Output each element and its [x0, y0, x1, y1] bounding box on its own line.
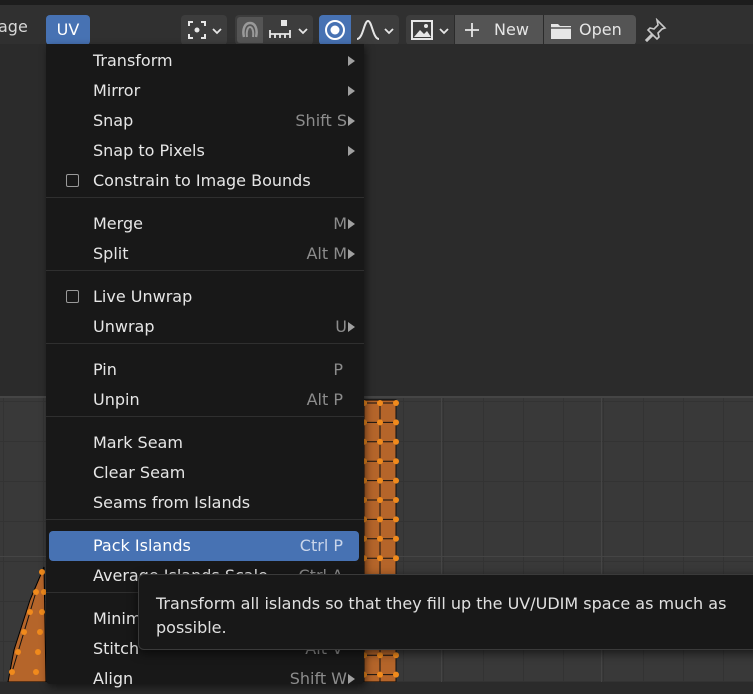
- menu-item-align[interactable]: Align Shift W: [49, 664, 359, 694]
- submenu-arrow-icon: [348, 674, 355, 684]
- menu-item-live-unwrap[interactable]: Live Unwrap: [49, 282, 359, 312]
- menu-item-seams-from-islands[interactable]: Seams from Islands: [49, 488, 359, 518]
- tooltip: Transform all islands so that they fill …: [138, 574, 753, 650]
- uv-vertex: [377, 555, 383, 562]
- menu-item-snap[interactable]: Snap Shift S: [49, 106, 359, 136]
- menu-separator: [46, 519, 364, 520]
- tooltip-text: Transform all islands so that they fill …: [156, 594, 727, 637]
- menu-item-label: Snap to Pixels: [93, 141, 205, 160]
- uv-vertex: [377, 535, 383, 542]
- submenu-arrow-icon: [348, 86, 355, 96]
- uv-vertex: [393, 652, 399, 659]
- menu-item-shortcut: Alt P: [306, 390, 343, 409]
- uv-vertex: [377, 477, 383, 484]
- checkbox-icon[interactable]: [66, 174, 79, 187]
- menu-item-label: Clear Seam: [93, 463, 186, 482]
- menu-item-label: Mark Seam: [93, 433, 183, 452]
- uv-vertex: [377, 458, 383, 465]
- menu-separator: [46, 270, 364, 271]
- uv-vertex: [39, 609, 45, 615]
- menu-item-shortcut: U: [335, 317, 347, 336]
- uv-vertex: [393, 516, 399, 523]
- uv-vertex: [37, 629, 43, 635]
- menu-item-constrain-to-image-bounds[interactable]: Constrain to Image Bounds: [49, 166, 359, 196]
- menu-item-mark-seam[interactable]: Mark Seam: [49, 428, 359, 458]
- submenu-arrow-icon: [348, 56, 355, 66]
- menu-item-shortcut: Shift W: [289, 669, 347, 688]
- menu-item-label: Seams from Islands: [93, 493, 251, 512]
- submenu-arrow-icon: [348, 219, 355, 229]
- uv-vertex: [21, 629, 27, 635]
- menu-item-label: Merge: [93, 214, 143, 233]
- menu-item-pack-islands[interactable]: Pack Islands Ctrl P: [49, 531, 359, 561]
- submenu-arrow-icon: [348, 116, 355, 126]
- uv-vertex: [393, 555, 399, 562]
- menu-item-label: Align: [93, 669, 134, 688]
- uv-vertex: [393, 458, 399, 465]
- uv-vertex: [393, 497, 399, 503]
- uv-vertex: [9, 669, 15, 675]
- menu-item-mirror[interactable]: Mirror: [49, 76, 359, 106]
- uv-vertex: [377, 516, 383, 523]
- uv-vertex: [377, 419, 383, 426]
- uv-vertex: [393, 671, 399, 678]
- menu-item-label: Constrain to Image Bounds: [93, 171, 311, 190]
- menu-separator: [46, 416, 364, 417]
- uv-vertex: [15, 649, 21, 655]
- submenu-arrow-icon: [348, 146, 355, 156]
- uv-vertex: [393, 419, 399, 426]
- uv-vertex: [377, 400, 383, 406]
- uv-vertex: [377, 652, 383, 659]
- menu-item-shortcut: Alt M: [306, 244, 347, 263]
- menu-item-merge[interactable]: Merge M: [49, 209, 359, 239]
- menu-item-shortcut: P: [333, 360, 343, 379]
- uv-vertex: [377, 671, 383, 678]
- menu-item-shortcut: Ctrl P: [299, 536, 343, 555]
- submenu-arrow-icon: [348, 322, 355, 332]
- uv-vertex: [377, 497, 383, 503]
- submenu-arrow-icon: [348, 249, 355, 259]
- menu-item-label: Mirror: [93, 81, 141, 100]
- uv-vertex: [35, 649, 41, 655]
- menu-item-label: Unwrap: [93, 317, 155, 336]
- menu-item-label: Stitch: [93, 639, 140, 658]
- uv-vertex: [393, 477, 399, 484]
- menu-item-label: Pack Islands: [93, 536, 191, 555]
- menu-item-shortcut: M: [333, 214, 347, 233]
- menu-item-pin[interactable]: Pin P: [49, 355, 359, 385]
- menu-item-label: Transform: [93, 51, 173, 70]
- menu-item-label: Split: [93, 244, 129, 263]
- uv-vertex: [393, 400, 399, 406]
- uv-vertex: [27, 609, 33, 615]
- menu-separator: [46, 197, 364, 198]
- menu-item-clear-seam[interactable]: Clear Seam: [49, 458, 359, 488]
- menu-item-snap-to-pixels[interactable]: Snap to Pixels: [49, 136, 359, 166]
- menu-item-transform[interactable]: Transform: [49, 46, 359, 76]
- uv-vertex: [39, 569, 45, 575]
- checkbox-icon[interactable]: [66, 290, 79, 303]
- uv-vertex: [33, 669, 39, 675]
- menu-item-split[interactable]: Split Alt M: [49, 239, 359, 269]
- menu-item-unwrap[interactable]: Unwrap U: [49, 312, 359, 342]
- uv-vertex: [393, 438, 399, 445]
- uv-vertex: [33, 589, 39, 595]
- menu-item-unpin[interactable]: Unpin Alt P: [49, 385, 359, 415]
- menu-item-label: Snap: [93, 111, 134, 130]
- menu-item-shortcut: Shift S: [295, 111, 347, 130]
- uv-vertex: [377, 438, 383, 445]
- uv-vertex: [393, 535, 399, 542]
- menu-separator: [46, 343, 364, 344]
- menu-item-label: Live Unwrap: [93, 287, 193, 306]
- menu-item-label: Unpin: [93, 390, 140, 409]
- menu-item-label: Pin: [93, 360, 117, 379]
